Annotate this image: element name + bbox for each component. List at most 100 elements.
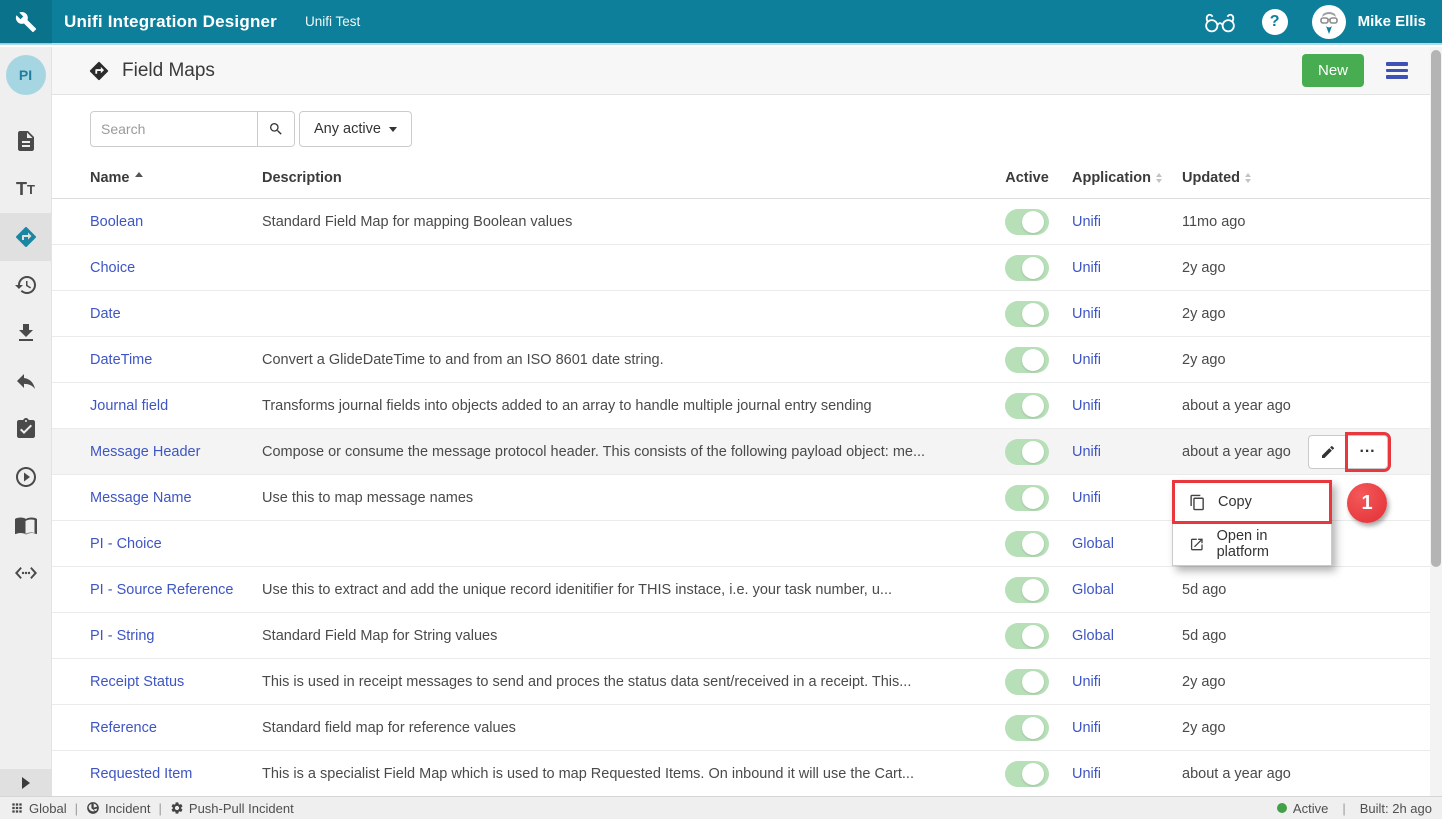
field-map-name-link[interactable]: Boolean bbox=[90, 214, 262, 230]
active-toggle[interactable] bbox=[1005, 531, 1049, 557]
active-toggle[interactable] bbox=[1005, 209, 1049, 235]
statusbar-item-global[interactable]: Global bbox=[10, 801, 67, 816]
active-filter-dropdown[interactable]: Any active bbox=[299, 111, 412, 147]
toggle-knob bbox=[1022, 487, 1044, 509]
edit-button[interactable] bbox=[1308, 435, 1348, 469]
column-header-application[interactable]: Application bbox=[1072, 170, 1182, 186]
scrollbar-thumb[interactable] bbox=[1431, 50, 1441, 567]
sidebar-item-download[interactable] bbox=[0, 309, 51, 357]
active-toggle[interactable] bbox=[1005, 623, 1049, 649]
sidebar-item-text[interactable]: TT bbox=[0, 165, 51, 213]
separator: | bbox=[75, 801, 78, 816]
table-header: Name Description Active Application Upda… bbox=[52, 157, 1430, 199]
statusbar-item-incident[interactable]: Incident bbox=[86, 801, 151, 816]
toggle-knob bbox=[1022, 579, 1044, 601]
application-link[interactable]: Unifi bbox=[1072, 306, 1182, 322]
field-map-description: Compose or consume the message protocol … bbox=[262, 444, 982, 460]
field-map-description: Convert a GlideDateTime to and from an I… bbox=[262, 352, 982, 368]
sidebar-item-history[interactable] bbox=[0, 261, 51, 309]
active-toggle[interactable] bbox=[1005, 485, 1049, 511]
application-link[interactable]: Global bbox=[1072, 536, 1182, 552]
column-header-name[interactable]: Name bbox=[90, 170, 262, 186]
application-link[interactable]: Unifi bbox=[1072, 766, 1182, 782]
sidebar-item-documentation[interactable] bbox=[0, 501, 51, 549]
field-map-name-link[interactable]: Choice bbox=[90, 260, 262, 276]
external-link-icon bbox=[1189, 536, 1205, 553]
context-menu-item-copy[interactable]: Copy bbox=[1173, 481, 1331, 523]
field-map-name-link[interactable]: Reference bbox=[90, 720, 262, 736]
active-toggle[interactable] bbox=[1005, 347, 1049, 373]
updated-text: 11mo ago bbox=[1182, 214, 1372, 230]
application-link[interactable]: Global bbox=[1072, 582, 1182, 598]
sidebar: PI TT bbox=[0, 47, 52, 796]
updated-text: 5d ago bbox=[1182, 628, 1372, 644]
toggle-knob bbox=[1022, 763, 1044, 785]
toggle-knob bbox=[1022, 303, 1044, 325]
field-map-name-link[interactable]: Message Header bbox=[90, 444, 262, 460]
help-icon[interactable]: ? bbox=[1262, 9, 1288, 35]
application-link[interactable]: Unifi bbox=[1072, 214, 1182, 230]
application-link[interactable]: Unifi bbox=[1072, 260, 1182, 276]
field-map-name-link[interactable]: DateTime bbox=[90, 352, 262, 368]
field-map-name-link[interactable]: Journal field bbox=[90, 398, 262, 414]
sidebar-item-field-maps[interactable] bbox=[0, 213, 51, 261]
active-toggle[interactable] bbox=[1005, 577, 1049, 603]
sidebar-item-code[interactable] bbox=[0, 549, 51, 597]
active-toggle[interactable] bbox=[1005, 439, 1049, 465]
updated-text: 2y ago bbox=[1182, 720, 1372, 736]
more-actions-button[interactable]: ··· bbox=[1348, 435, 1388, 469]
field-map-description: Standard Field Map for String values bbox=[262, 628, 982, 644]
application-link[interactable]: Unifi bbox=[1072, 674, 1182, 690]
top-bar: Unifi Integration Designer Unifi Test ? … bbox=[0, 0, 1442, 45]
application-link[interactable]: Unifi bbox=[1072, 398, 1182, 414]
field-map-name-link[interactable]: Requested Item bbox=[90, 766, 262, 782]
sidebar-item-tasks[interactable] bbox=[0, 405, 51, 453]
application-link[interactable]: Unifi bbox=[1072, 720, 1182, 736]
sidebar-item-reply[interactable] bbox=[0, 357, 51, 405]
active-toggle[interactable] bbox=[1005, 669, 1049, 695]
glasses-icon[interactable] bbox=[1202, 10, 1238, 34]
application-link[interactable]: Unifi bbox=[1072, 490, 1182, 506]
updated-text: about a year ago bbox=[1182, 766, 1372, 782]
active-toggle[interactable] bbox=[1005, 301, 1049, 327]
application-link[interactable]: Unifi bbox=[1072, 352, 1182, 368]
active-toggle[interactable] bbox=[1005, 761, 1049, 787]
active-toggle[interactable] bbox=[1005, 255, 1049, 281]
field-map-name-link[interactable]: Date bbox=[90, 306, 262, 322]
annotation-badge-1: 1 bbox=[1347, 483, 1387, 523]
active-toggle[interactable] bbox=[1005, 393, 1049, 419]
toggle-knob bbox=[1022, 533, 1044, 555]
open-in-platform-label: Open in platform bbox=[1217, 528, 1315, 560]
user-name[interactable]: Mike Ellis bbox=[1358, 13, 1426, 30]
sidebar-avatar-pi[interactable]: PI bbox=[6, 55, 46, 95]
search-input[interactable] bbox=[90, 111, 258, 147]
app-logo bbox=[0, 0, 52, 44]
search-button[interactable] bbox=[258, 111, 295, 147]
active-status-dot bbox=[1277, 803, 1287, 813]
field-map-name-link[interactable]: PI - String bbox=[90, 628, 262, 644]
column-header-updated[interactable]: Updated bbox=[1182, 170, 1372, 186]
vertical-scrollbar[interactable] bbox=[1430, 47, 1442, 796]
chevron-down-icon bbox=[389, 127, 397, 132]
sidebar-collapse-button[interactable] bbox=[0, 769, 52, 796]
field-map-name-link[interactable]: PI - Choice bbox=[90, 536, 262, 552]
user-avatar[interactable] bbox=[1312, 5, 1346, 39]
active-toggle[interactable] bbox=[1005, 715, 1049, 741]
application-link[interactable]: Global bbox=[1072, 628, 1182, 644]
field-map-name-link[interactable]: PI - Source Reference bbox=[90, 582, 262, 598]
toggle-knob bbox=[1022, 211, 1044, 233]
reply-icon bbox=[14, 369, 38, 393]
menu-icon[interactable] bbox=[1386, 62, 1408, 79]
sidebar-item-documents[interactable] bbox=[0, 117, 51, 165]
grid-icon bbox=[10, 801, 24, 815]
field-map-name-link[interactable]: Receipt Status bbox=[90, 674, 262, 690]
new-button[interactable]: New bbox=[1302, 54, 1364, 87]
active-status-text: Active bbox=[1293, 801, 1328, 816]
toggle-knob bbox=[1022, 395, 1044, 417]
statusbar-item-push-pull-incident[interactable]: Push-Pull Incident bbox=[170, 801, 294, 816]
field-map-name-link[interactable]: Message Name bbox=[90, 490, 262, 506]
sidebar-item-run[interactable] bbox=[0, 453, 51, 501]
context-menu-item-open-in-platform[interactable]: Open in platform bbox=[1173, 523, 1331, 565]
documentation-icon bbox=[14, 513, 38, 537]
application-link[interactable]: Unifi bbox=[1072, 444, 1182, 460]
